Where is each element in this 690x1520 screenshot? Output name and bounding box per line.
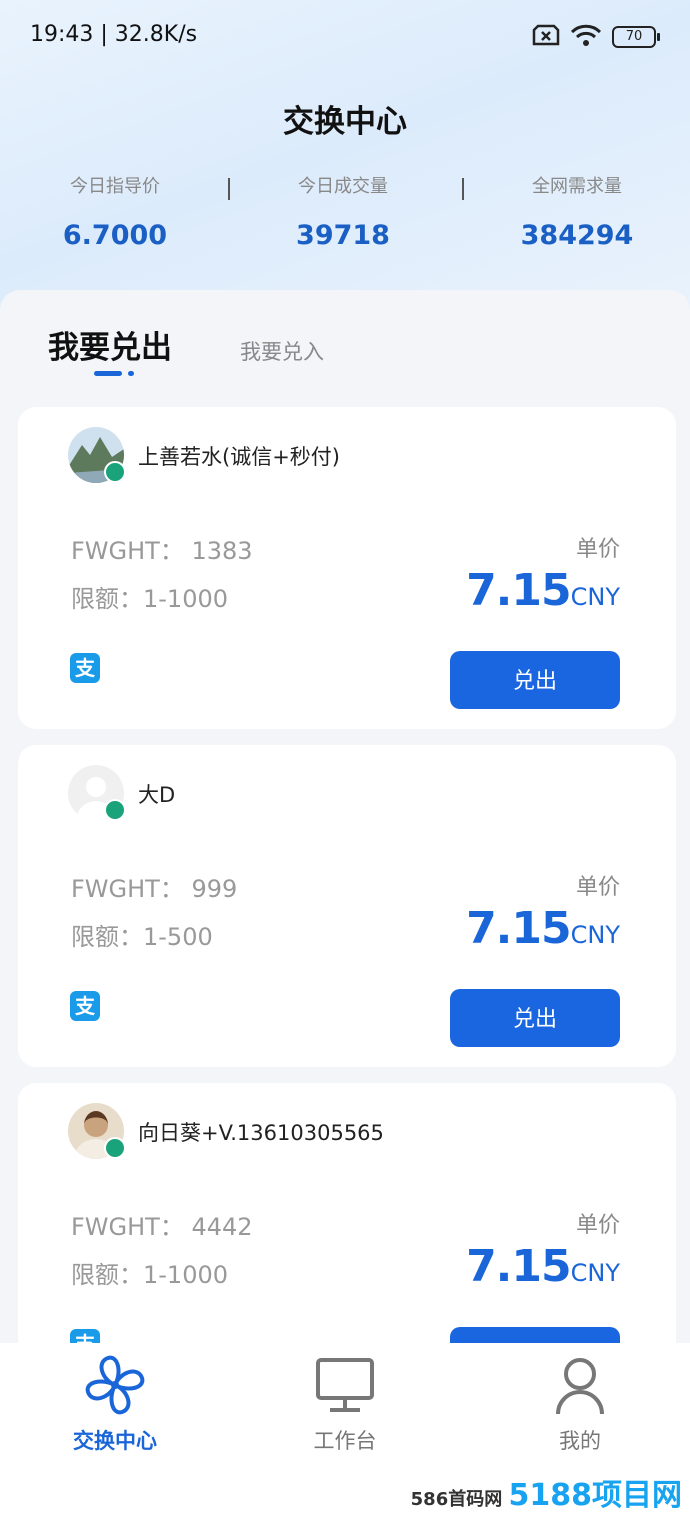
online-status-dot	[104, 1137, 126, 1159]
price-currency: CNY	[570, 1259, 620, 1287]
battery-icon: 70	[612, 26, 660, 48]
price: 7.15CNY	[466, 1241, 620, 1292]
tab-sell-out[interactable]: 我要兑出	[48, 322, 172, 367]
stat-divider	[462, 178, 464, 200]
alipay-icon: 支	[70, 991, 100, 1021]
price-label: 单价	[575, 875, 620, 900]
tabbar-item-mine[interactable]: 我的	[465, 1351, 690, 1455]
wifi-icon	[570, 24, 602, 50]
tab-indicator-dot	[128, 371, 134, 376]
stat-label: 今日指导价	[70, 176, 160, 197]
stat-value: 384294	[520, 220, 634, 251]
watermark-prefix: 586首码网	[410, 1489, 503, 1510]
listing-card: 上善若水(诚信+秒付) FWGHT： 1383 限额：1-1000 单价 7.1…	[18, 407, 676, 729]
page-title: 交换中心	[283, 104, 407, 140]
price-currency: CNY	[570, 583, 620, 611]
stats-row: 今日指导价 6.7000 今日成交量 39718 全网需求量 384294	[0, 172, 690, 272]
price-value: 7.15	[466, 565, 572, 616]
seller-name[interactable]: 向日葵+V.13610305565	[138, 1117, 384, 1147]
price: 7.15CNY	[466, 903, 620, 954]
tabbar-label: 交换中心	[73, 1429, 157, 1453]
price: 7.15CNY	[466, 565, 620, 616]
monitor-icon	[230, 1351, 460, 1419]
status-icons: 70	[532, 24, 660, 50]
price-label: 单价	[575, 1213, 620, 1238]
watermark: 586首码网 5188项目网	[411, 1470, 682, 1514]
stat-volume: 今日成交量 39718	[228, 172, 458, 251]
listing-amount: FWGHT： 4442	[71, 1213, 253, 1241]
stat-guide-price: 今日指导价 6.7000	[0, 172, 230, 251]
user-icon	[465, 1351, 690, 1419]
listing-amount: FWGHT： 999	[71, 875, 238, 903]
sim-icon	[532, 24, 560, 50]
seller-name[interactable]: 上善若水(诚信+秒付)	[138, 441, 340, 471]
tab-indicator	[94, 371, 122, 376]
listing-limit: 限额：1-1000	[71, 585, 229, 613]
stat-label: 全网需求量	[532, 176, 622, 197]
online-status-dot	[104, 461, 126, 483]
tabbar-label: 我的	[559, 1429, 601, 1453]
stat-label: 今日成交量	[298, 176, 388, 197]
listing-limit: 限额：1-1000	[71, 1261, 229, 1289]
tabbar-item-exchange[interactable]: 交换中心	[0, 1351, 230, 1455]
watermark-logo: 5188项目网	[508, 1478, 683, 1513]
stat-divider	[228, 178, 230, 200]
listing-card: 大D FWGHT： 999 限额：1-500 单价 7.15CNY 支 兑出	[18, 745, 676, 1067]
tabbar-item-workbench[interactable]: 工作台	[230, 1351, 460, 1455]
price-label: 单价	[575, 537, 620, 562]
stat-value: 6.7000	[62, 220, 168, 251]
status-bar: 19:43 | 32.8K/s 70	[0, 0, 690, 72]
alipay-icon: 支	[70, 653, 100, 683]
sell-button[interactable]: 兑出	[450, 651, 620, 709]
seller-name[interactable]: 大D	[138, 779, 175, 809]
stat-demand: 全网需求量 384294	[462, 172, 690, 251]
price-currency: CNY	[570, 921, 620, 949]
tab-buy-in[interactable]: 我要兑入	[240, 336, 324, 366]
sell-button[interactable]: 兑出	[450, 989, 620, 1047]
listing-limit: 限额：1-500	[71, 923, 213, 951]
status-time: 19:43 | 32.8K/s	[30, 22, 198, 47]
online-status-dot	[104, 799, 126, 821]
price-value: 7.15	[466, 903, 572, 954]
listing-amount: FWGHT： 1383	[71, 537, 253, 565]
tabbar-label: 工作台	[313, 1429, 377, 1453]
stat-value: 39718	[296, 220, 390, 251]
price-value: 7.15	[466, 1241, 572, 1292]
fan-icon	[0, 1351, 230, 1419]
